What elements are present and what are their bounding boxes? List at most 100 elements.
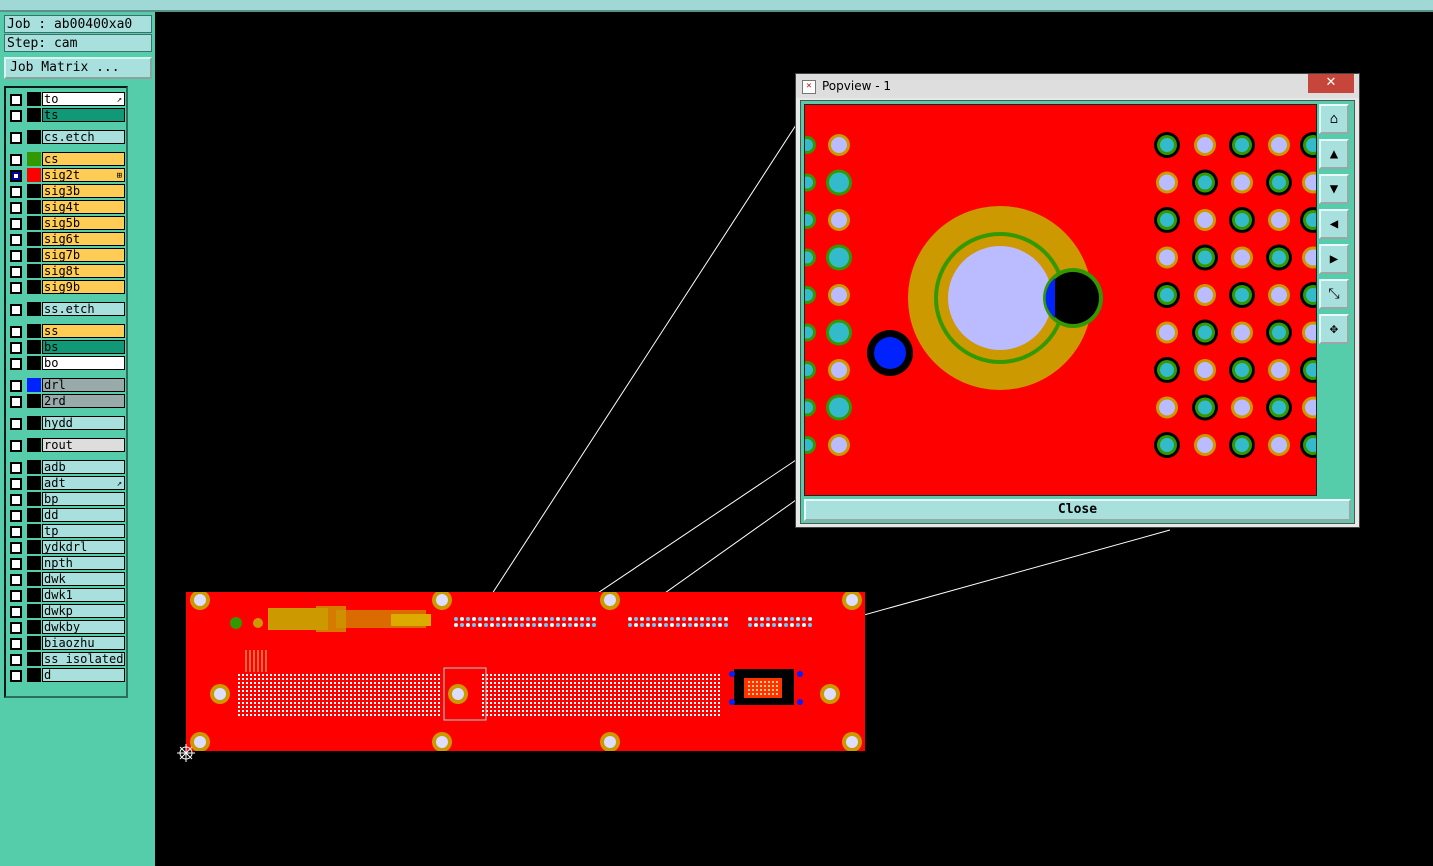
layer-checkbox[interactable] [10,440,22,452]
layer-checkbox[interactable] [10,418,22,430]
layer-checkbox[interactable] [10,494,22,506]
layer-checkbox[interactable] [10,266,22,278]
layer-color-swatch[interactable] [27,232,41,246]
layer-checkbox[interactable] [10,462,22,474]
layer-row[interactable]: sig7b [6,248,126,263]
layer-checkbox[interactable] [10,234,22,246]
zoom-home-icon[interactable]: ⌂ [1319,104,1349,134]
layer-checkbox[interactable] [10,380,22,392]
layer-checkbox[interactable] [10,154,22,166]
layer-color-swatch[interactable] [27,130,41,144]
layer-row[interactable]: dwk1 [6,588,126,603]
layer-row[interactable]: sig5b [6,216,126,231]
layer-color-swatch[interactable] [27,652,41,666]
layer-row[interactable]: ss_isolated [6,652,126,667]
layer-checkbox[interactable] [10,250,22,262]
layer-color-swatch[interactable] [27,416,41,430]
layer-row[interactable]: ts [6,108,126,123]
layer-name-label[interactable]: adt ↗ [42,476,125,490]
layer-checkbox[interactable] [10,282,22,294]
layer-name-label[interactable]: cs [42,152,125,166]
layer-color-swatch[interactable] [27,394,41,408]
layer-name-label[interactable]: bs [42,340,125,354]
zoom-in-icon[interactable]: ✥ [1319,314,1349,344]
move-left-icon[interactable]: ◀ [1319,209,1349,239]
layer-row[interactable]: rout [6,438,126,453]
layer-color-swatch[interactable] [27,668,41,682]
layer-name-label[interactable]: dd [42,508,125,522]
layer-row[interactable]: dd [6,508,126,523]
move-right-icon[interactable]: ▶ [1319,244,1349,274]
move-up-icon[interactable]: ▲ [1319,139,1349,169]
popview-titlebar[interactable]: ✕ Popview - 1 ✕ [796,74,1359,98]
layer-row[interactable]: ss.etch [6,302,126,317]
layer-checkbox[interactable] [10,670,22,682]
layer-color-swatch[interactable] [27,572,41,586]
layer-color-swatch[interactable] [27,200,41,214]
layer-name-label[interactable]: ss.etch [42,302,125,316]
layer-checkbox[interactable] [10,358,22,370]
layer-name-label[interactable]: sig8t [42,264,125,278]
layer-name-label[interactable]: hydd [42,416,125,430]
layer-name-label[interactable]: rout [42,438,125,452]
layer-color-swatch[interactable] [27,302,41,316]
layer-name-label[interactable]: bp [42,492,125,506]
layer-name-label[interactable]: 2rd [42,394,125,408]
layer-row[interactable]: adt ↗ [6,476,126,491]
layer-checkbox[interactable] [10,326,22,338]
layer-row[interactable]: dwkp [6,604,126,619]
layer-row[interactable]: bo [6,356,126,371]
layer-color-swatch[interactable] [27,356,41,370]
layer-checkbox[interactable] [10,638,22,650]
layer-color-swatch[interactable] [27,152,41,166]
layer-color-swatch[interactable] [27,324,41,338]
layer-row[interactable]: sig8t [6,264,126,279]
layer-row[interactable]: sig6t [6,232,126,247]
layer-color-swatch[interactable] [27,108,41,122]
layer-color-swatch[interactable] [27,168,41,182]
layer-row[interactable]: d [6,668,126,683]
layer-checkbox[interactable] [10,558,22,570]
layer-color-swatch[interactable] [27,476,41,490]
layer-checkbox[interactable] [10,132,22,144]
layer-row[interactable]: sig9b [6,280,126,295]
layer-checkbox[interactable] [10,574,22,586]
layer-checkbox[interactable] [10,622,22,634]
layer-row[interactable]: tp [6,524,126,539]
layer-name-label[interactable]: sig7b [42,248,125,262]
layer-name-label[interactable]: ydkdrl [42,540,125,554]
layer-name-label[interactable]: sig3b [42,184,125,198]
layer-checkbox[interactable] [10,542,22,554]
layer-checkbox[interactable] [10,170,22,182]
zoom-out-icon[interactable]: ⤡ [1319,279,1349,309]
layer-row[interactable]: bp [6,492,126,507]
layer-row[interactable]: drl [6,378,126,393]
layer-checkbox[interactable] [10,606,22,618]
layer-checkbox[interactable] [10,654,22,666]
layer-row[interactable]: cs [6,152,126,167]
layer-name-label[interactable]: drl [42,378,125,392]
layer-color-swatch[interactable] [27,92,41,106]
layer-checkbox[interactable] [10,218,22,230]
layer-color-swatch[interactable] [27,636,41,650]
layer-name-label[interactable]: dwk [42,572,125,586]
layer-row[interactable]: ydkdrl [6,540,126,555]
layer-color-swatch[interactable] [27,508,41,522]
layer-row[interactable]: dwk [6,572,126,587]
layer-name-label[interactable]: cs.etch [42,130,125,144]
layer-color-swatch[interactable] [27,556,41,570]
layer-color-swatch[interactable] [27,620,41,634]
layer-name-label[interactable]: sig4t [42,200,125,214]
layer-row[interactable]: to ↗ [6,92,126,107]
layer-row[interactable]: hydd [6,416,126,431]
layer-color-swatch[interactable] [27,280,41,294]
layer-color-swatch[interactable] [27,264,41,278]
layer-name-label[interactable]: adb [42,460,125,474]
layer-color-swatch[interactable] [27,540,41,554]
layer-name-label[interactable]: sig5b [42,216,125,230]
layer-color-swatch[interactable] [27,184,41,198]
layer-row[interactable]: 2rd [6,394,126,409]
layer-row[interactable]: bs [6,340,126,355]
layer-name-label[interactable]: dwkp [42,604,125,618]
layer-row[interactable]: adb [6,460,126,475]
